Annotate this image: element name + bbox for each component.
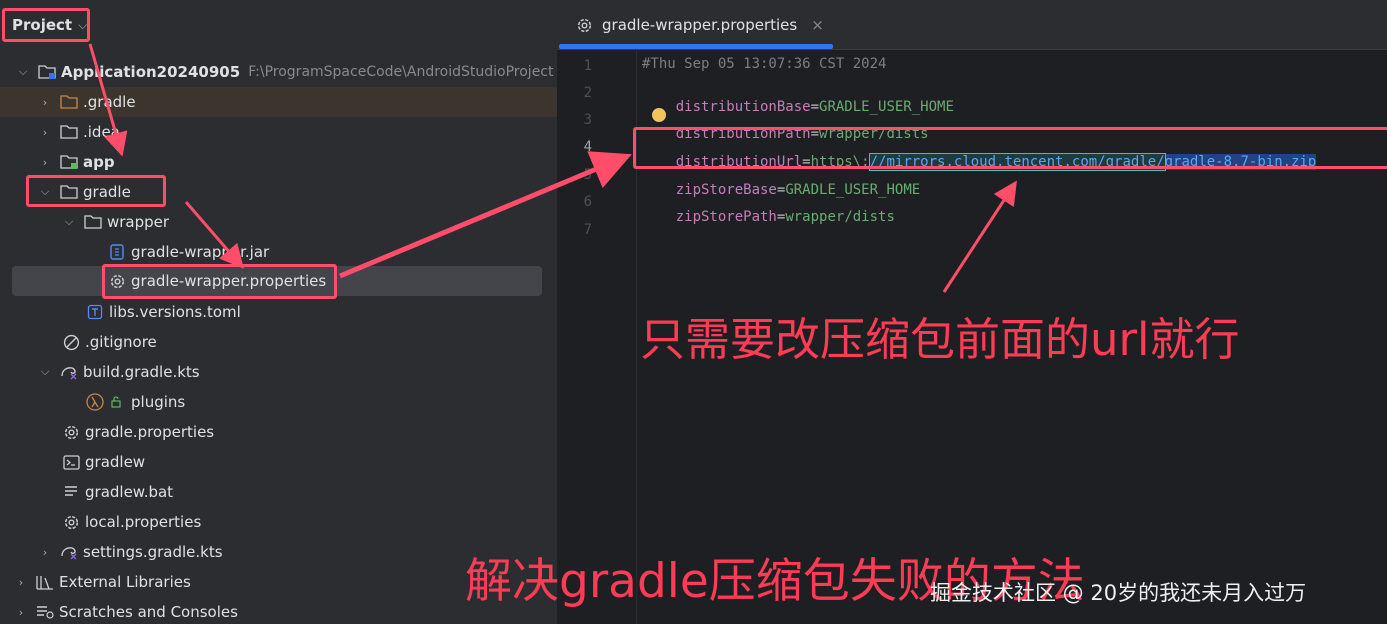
annotation-note: 只需要改压缩包前面的url就行 (640, 313, 1240, 366)
arrow-project-to-gradle (88, 43, 128, 157)
arrow-properties-to-url (339, 151, 632, 279)
watermark: 掘金技术社区 @ 20岁的我还未月入过万 (930, 581, 1307, 605)
arrow-gradle-to-properties (184, 201, 244, 269)
arrow-note-to-url (942, 180, 1017, 293)
